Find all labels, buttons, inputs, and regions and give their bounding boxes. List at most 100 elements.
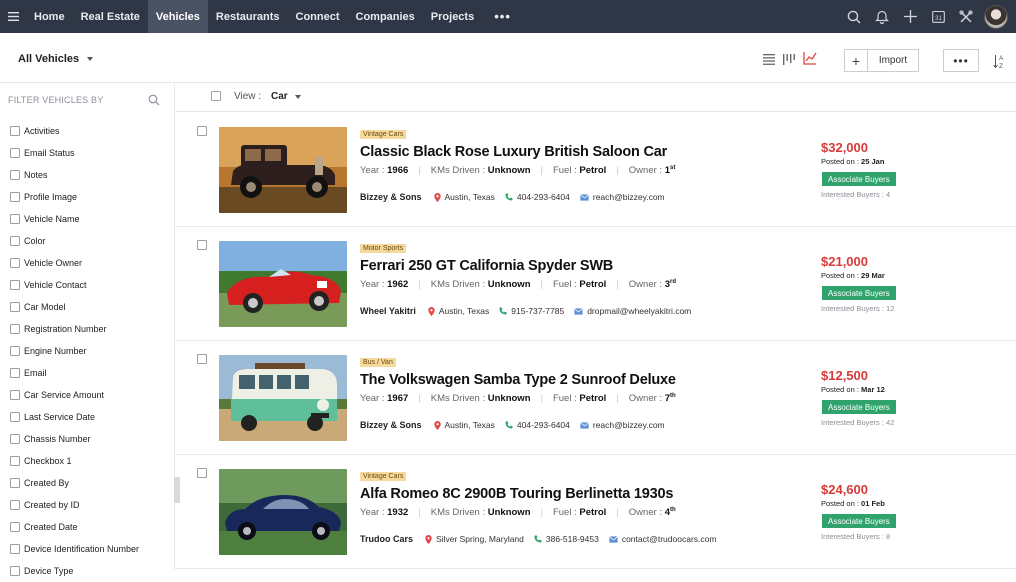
filter-checkbox[interactable] xyxy=(10,500,20,510)
filter-item[interactable]: Email Status xyxy=(10,142,139,164)
filter-item[interactable]: Activities xyxy=(10,120,139,142)
sort-az-icon[interactable]: AZ xyxy=(993,53,1007,70)
vehicle-title[interactable]: Classic Black Rose Luxury British Saloon… xyxy=(360,144,667,160)
filter-item[interactable]: Engine Number xyxy=(10,340,139,362)
filter-item[interactable]: Chassis Number xyxy=(10,428,139,450)
filter-item[interactable]: Created Date xyxy=(10,516,139,538)
filter-checkbox[interactable] xyxy=(10,148,20,158)
associate-buyers-button[interactable]: Associate Buyers xyxy=(822,400,896,414)
dealer-name[interactable]: Wheel Yakitri xyxy=(360,306,416,316)
filter-item[interactable]: Device Type xyxy=(10,560,139,582)
row-checkbox[interactable] xyxy=(197,240,207,250)
vehicle-image[interactable] xyxy=(219,355,347,441)
filter-checkbox[interactable] xyxy=(10,346,20,356)
filter-checkbox[interactable] xyxy=(10,522,20,532)
vehicle-card[interactable]: Motor Sports Ferrari 250 GT California Sp… xyxy=(176,227,1016,341)
row-checkbox[interactable] xyxy=(197,468,207,478)
dealer-name[interactable]: Bizzey & Sons xyxy=(360,420,422,430)
filter-checkbox[interactable] xyxy=(10,544,20,554)
all-vehicles-dropdown[interactable]: All Vehicles xyxy=(18,53,94,65)
vehicle-title[interactable]: The Volkswagen Samba Type 2 Sunroof Delu… xyxy=(360,372,676,388)
search-icon[interactable] xyxy=(148,93,160,111)
nav-connect[interactable]: Connect xyxy=(288,0,348,33)
list-view-icon[interactable] xyxy=(763,52,775,70)
chart-view-icon[interactable] xyxy=(803,51,817,70)
avatar[interactable] xyxy=(984,4,1008,29)
nav-home[interactable]: Home xyxy=(26,0,73,33)
filter-item[interactable]: Checkbox 1 xyxy=(10,450,139,472)
dealer-name[interactable]: Trudoo Cars xyxy=(360,534,413,544)
vehicle-card[interactable]: Bus / Van The Volkswagen Samba Type 2 Sun… xyxy=(176,341,1016,455)
filter-checkbox[interactable] xyxy=(10,368,20,378)
filter-checkbox[interactable] xyxy=(10,434,20,444)
vehicle-title[interactable]: Ferrari 250 GT California Spyder SWB xyxy=(360,258,613,274)
filter-checkbox[interactable] xyxy=(10,258,20,268)
nav-projects[interactable]: Projects xyxy=(423,0,482,33)
bell-icon[interactable] xyxy=(868,0,896,33)
row-checkbox[interactable] xyxy=(197,354,207,364)
filter-checkbox[interactable] xyxy=(10,280,20,290)
associate-buyers-button[interactable]: Associate Buyers xyxy=(822,514,896,528)
nav-more[interactable]: ••• xyxy=(482,0,523,33)
menu-icon[interactable] xyxy=(0,0,26,33)
filter-item[interactable]: Created By xyxy=(10,472,139,494)
phone[interactable]: 915-737-7785 xyxy=(499,306,564,316)
dealer-name[interactable]: Bizzey & Sons xyxy=(360,192,422,202)
vehicle-image[interactable] xyxy=(219,241,347,327)
calendar-icon[interactable]: 31 xyxy=(924,0,952,33)
phone[interactable]: 404-293-6404 xyxy=(505,192,570,202)
filter-checkbox[interactable] xyxy=(10,566,20,576)
filter-item[interactable]: Notes xyxy=(10,164,139,186)
filter-item[interactable]: Email xyxy=(10,362,139,384)
filter-checkbox[interactable] xyxy=(10,390,20,400)
phone[interactable]: 404-293-6404 xyxy=(505,420,570,430)
more-actions-button[interactable]: ••• xyxy=(943,49,979,72)
vehicle-card[interactable]: Vintage Cars Classic Black Rose Luxury Br… xyxy=(176,113,1016,227)
email[interactable]: reach@bizzey.com xyxy=(580,420,665,430)
filter-item[interactable]: Color xyxy=(10,230,139,252)
row-checkbox[interactable] xyxy=(197,126,207,136)
filter-checkbox[interactable] xyxy=(10,324,20,334)
nav-vehicles[interactable]: Vehicles xyxy=(147,0,208,33)
filter-item[interactable]: Registration Number xyxy=(10,318,139,340)
filter-item[interactable]: Car Model xyxy=(10,296,139,318)
select-all-checkbox[interactable] xyxy=(211,91,221,101)
filter-item[interactable]: Profile Image xyxy=(10,186,139,208)
filter-item[interactable]: Last Service Date xyxy=(10,406,139,428)
tools-icon[interactable] xyxy=(952,0,980,33)
associate-buyers-button[interactable]: Associate Buyers xyxy=(822,172,896,186)
nav-companies[interactable]: Companies xyxy=(348,0,423,33)
email[interactable]: contact@trudoocars.com xyxy=(608,534,716,544)
import-button[interactable]: Import xyxy=(868,55,918,66)
filter-checkbox[interactable] xyxy=(10,214,20,224)
vehicle-image[interactable] xyxy=(219,469,347,555)
email[interactable]: reach@bizzey.com xyxy=(580,192,665,202)
filter-checkbox[interactable] xyxy=(10,192,20,202)
phone[interactable]: 386-518-9453 xyxy=(534,534,599,544)
email[interactable]: dropmail@wheelyakitri.com xyxy=(574,306,691,316)
filter-item[interactable]: Created by ID xyxy=(10,494,139,516)
search-icon[interactable] xyxy=(840,0,868,33)
add-icon[interactable]: + xyxy=(845,50,868,71)
filter-checkbox[interactable] xyxy=(10,170,20,180)
kanban-view-icon[interactable] xyxy=(783,52,795,70)
filter-checkbox[interactable] xyxy=(10,236,20,246)
filter-checkbox[interactable] xyxy=(10,478,20,488)
filter-checkbox[interactable] xyxy=(10,412,20,422)
filter-checkbox[interactable] xyxy=(10,126,20,136)
filter-item[interactable]: Device Identification Number xyxy=(10,538,139,560)
nav-restaurants[interactable]: Restaurants xyxy=(208,0,288,33)
plus-icon[interactable] xyxy=(896,0,924,33)
associate-buyers-button[interactable]: Associate Buyers xyxy=(822,286,896,300)
filter-checkbox[interactable] xyxy=(10,456,20,466)
filter-item[interactable]: Vehicle Name xyxy=(10,208,139,230)
view-dropdown[interactable]: Car xyxy=(271,91,301,102)
filter-checkbox[interactable] xyxy=(10,302,20,312)
vehicle-card[interactable]: Vintage Cars Alfa Romeo 8C 2900B Touring … xyxy=(176,455,1016,569)
nav-real-estate[interactable]: Real Estate xyxy=(73,0,148,33)
filter-item[interactable]: Car Service Amount xyxy=(10,384,139,406)
filter-item[interactable]: Vehicle Contact xyxy=(10,274,139,296)
vehicle-image[interactable] xyxy=(219,127,347,213)
filter-item[interactable]: Vehicle Owner xyxy=(10,252,139,274)
vehicle-title[interactable]: Alfa Romeo 8C 2900B Touring Berlinetta 1… xyxy=(360,486,673,502)
